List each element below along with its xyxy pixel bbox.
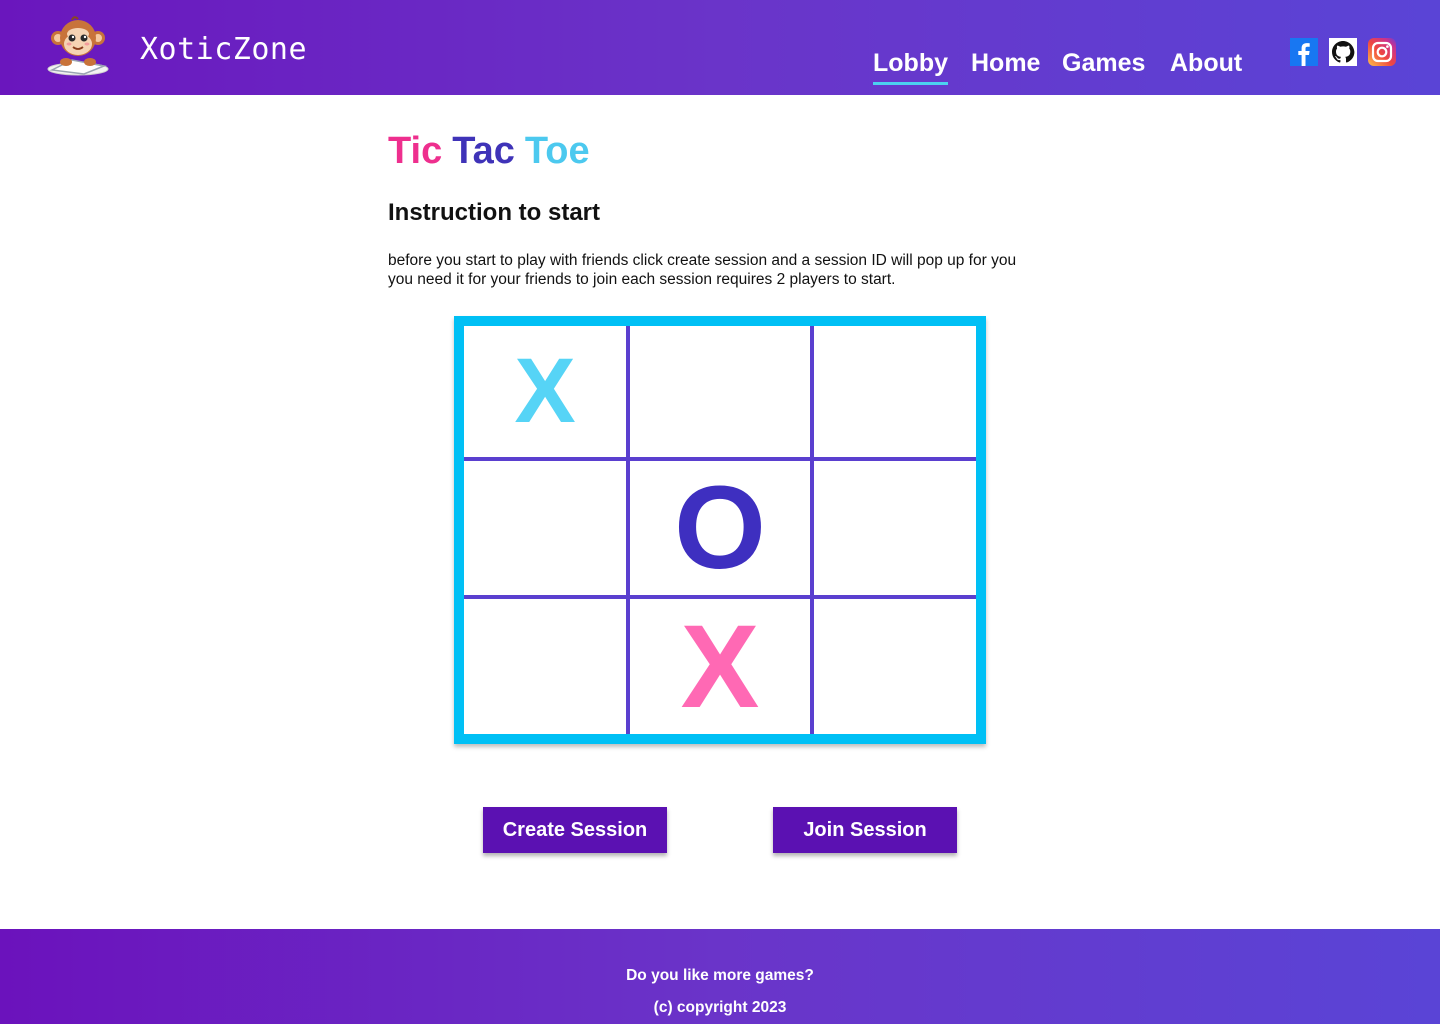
nav-lobby-label: Lobby [873,49,948,77]
join-session-button[interactable]: Join Session [773,807,957,853]
board-cell-4[interactable] [464,461,626,595]
page-title: Tic Tac Toe [388,130,600,173]
board-cell-1[interactable]: X [464,326,626,457]
footer-copyright: (c) copyright 2023 [653,999,787,1016]
board-cell-5[interactable]: O [630,461,810,595]
site-header: XoticZone Lobby Home Games About [0,0,1440,95]
instructions-line-1: before you start to play with friends cl… [388,252,1017,269]
board-cell-7[interactable] [464,599,626,734]
nav-about-label: About [1170,49,1243,77]
board-cell-6[interactable] [814,461,976,595]
title-word-tac: Tac [452,130,515,172]
board-mark: X [514,340,576,442]
board-cell-3[interactable] [814,326,976,457]
board-cell-8[interactable]: X [630,599,810,734]
brand-name[interactable]: XoticZone [140,32,307,67]
monkey-logo-icon[interactable] [44,14,112,76]
board-mark: O [674,462,766,594]
instagram-icon[interactable] [1368,38,1396,66]
nav-lobby[interactable]: Lobby [873,49,948,85]
instructions-line-2: you need it for your friends to join eac… [388,271,896,288]
site-footer: Do you like more games? (c) copyright 20… [0,929,1440,1024]
footer-prompt[interactable]: Do you like more games? [0,967,1440,985]
board-cell-2[interactable] [630,326,810,457]
create-session-button[interactable]: Create Session [483,807,667,853]
instructions-heading: Instruction to start [388,199,601,226]
active-nav-indicator [873,82,948,85]
nav-about[interactable]: About [1170,49,1242,78]
nav-home[interactable]: Home [971,49,1040,78]
github-icon[interactable] [1329,38,1357,66]
facebook-icon[interactable] [1290,38,1318,66]
board-cell-9[interactable] [814,599,976,734]
nav-games[interactable]: Games [1062,49,1145,78]
instructions-text: before you start to play with friends cl… [388,251,1108,289]
title-word-tic: Tic [388,130,443,172]
title-word-toe: Toe [524,130,590,172]
nav-games-label: Games [1062,49,1146,77]
tic-tac-toe-board: X O X [454,316,986,744]
nav-home-label: Home [971,49,1041,77]
board-mark: X [680,600,760,733]
